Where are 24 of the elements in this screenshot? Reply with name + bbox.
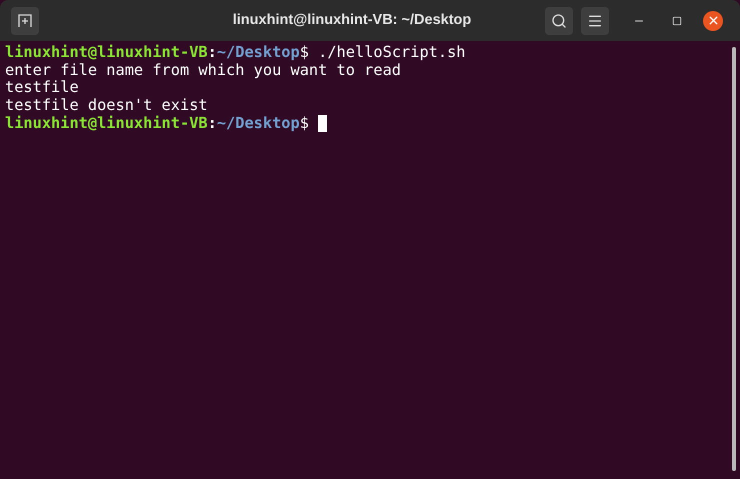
prompt-user: linuxhint@linuxhint-VB [5, 114, 208, 133]
window-title: linuxhint@linuxhint-VB: ~/Desktop [232, 10, 472, 30]
text-cursor [318, 115, 328, 132]
prompt-user: linuxhint@linuxhint-VB [5, 44, 208, 62]
prompt-symbol: $ [300, 44, 310, 62]
output-line: testfile [5, 79, 80, 98]
prompt-path: ~/Desktop [216, 114, 300, 133]
prompt-symbol: $ [300, 114, 310, 133]
search-button[interactable] [545, 6, 573, 34]
close-button[interactable] [703, 10, 723, 30]
maximize-icon [672, 16, 682, 26]
search-icon [551, 12, 567, 28]
menu-button[interactable] [581, 6, 609, 34]
prompt-separator: : [208, 44, 217, 62]
command-text: ./helloScript.sh [318, 44, 466, 62]
prompt-separator: : [208, 114, 217, 133]
new-tab-button[interactable] [11, 6, 39, 34]
prompt-path: ~/Desktop [216, 44, 300, 62]
menu-icon [587, 12, 603, 28]
new-tab-icon [18, 14, 32, 28]
scrollbar[interactable] [732, 47, 736, 471]
close-icon [706, 14, 720, 27]
output-line: testfile doesn't exist [5, 97, 209, 115]
output-line: enter file name from which you want to read [5, 62, 402, 80]
